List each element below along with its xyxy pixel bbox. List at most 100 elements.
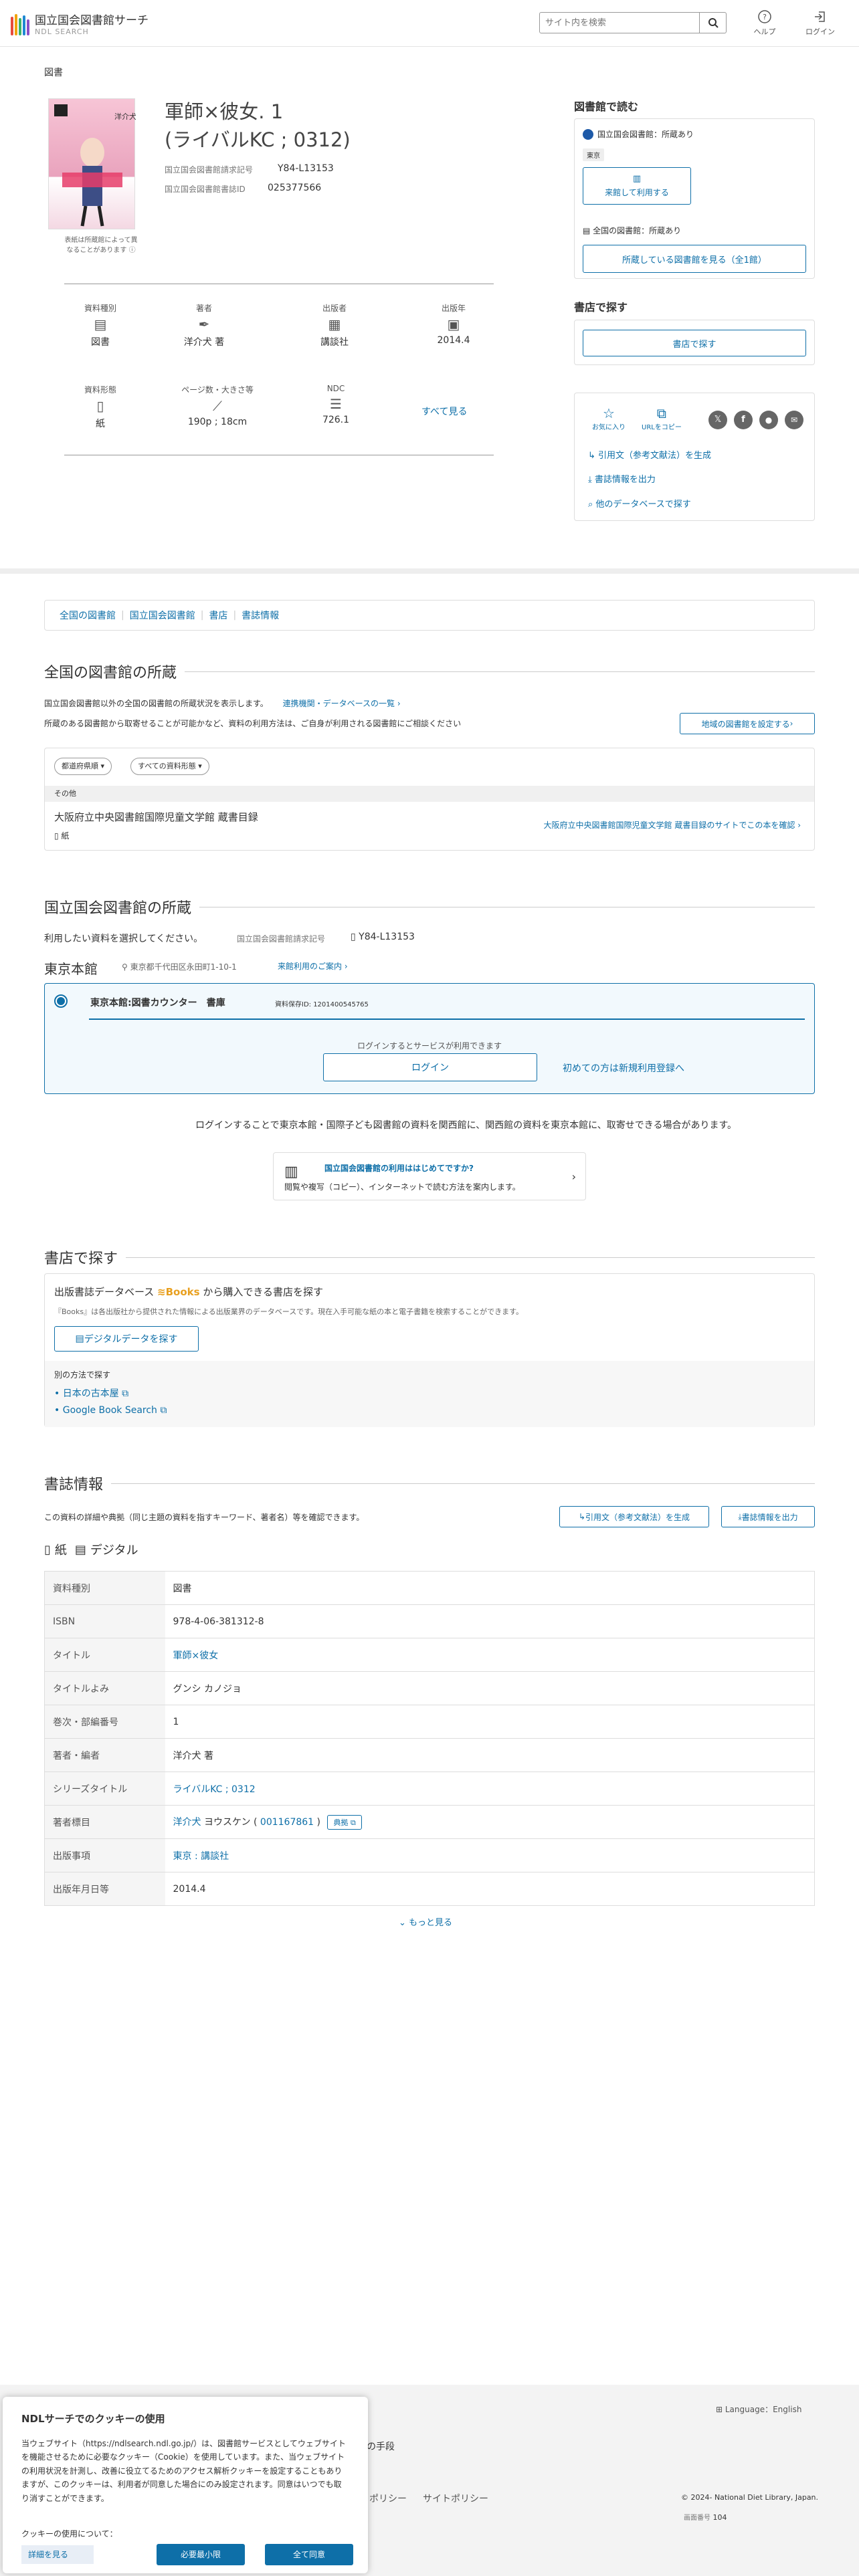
cookie-detail-button[interactable]: 詳細を見る <box>21 2545 94 2564</box>
external-link-icon: ⧉ <box>160 1405 167 1416</box>
building-icon: ▦ <box>328 316 341 332</box>
meta-year-value: 2014.4 <box>437 335 470 346</box>
first-visit-guide[interactable]: ▥ 国立国会図書館の利用ははじめてですか? 閲覧や複写（コピー）、インターネット… <box>273 1152 586 1200</box>
title-line-2: (ライバルKC ; 0312) <box>165 128 351 152</box>
other-db-link-label: 他のデータベースで探す <box>595 500 691 510</box>
visit-button-label: 来館して利用する <box>605 188 669 197</box>
row-key: 資料種別 <box>44 1571 165 1605</box>
shop-heading-text: 書店で探す <box>44 1251 118 1267</box>
shop-side-button[interactable]: 書店で探す <box>583 330 806 356</box>
chevron-down-icon: ⌄ <box>399 1918 409 1928</box>
tab-shop[interactable]: 書店 <box>209 609 227 622</box>
tab-ndl[interactable]: 国立国会図書館 <box>130 609 195 622</box>
group-header: その他 <box>45 786 814 802</box>
table-row: タイトル 軍師×彼女 <box>44 1638 815 1672</box>
material-kind-select[interactable]: すべての資料形態 ▾ <box>130 758 209 775</box>
site-header: 国立国会図書館サーチ NDL SEARCH ? ヘルプ ログイン <box>0 0 859 47</box>
all-holding: ▤ 全国の図書館：所蔵あり <box>583 225 681 236</box>
line-share-icon[interactable]: ● <box>759 411 778 429</box>
holdings-card: 国立国会図書館：所蔵あり 東京 ▥ 来館して利用する ▤ 全国の図書館：所蔵あり … <box>574 118 815 279</box>
biblio-export-label: 書誌情報を出力 <box>741 1512 798 1522</box>
counter-radio[interactable] <box>54 994 68 1008</box>
branch-address-text: 東京都千代田区永田町1-10-1 <box>130 962 237 972</box>
title-line-1: 軍師×彼女. 1 <box>165 100 284 123</box>
row-key: タイトル <box>44 1638 165 1672</box>
meta-pages: ページ数・大きさ等 ⟋ 190p ; 18cm <box>161 384 274 427</box>
author-link[interactable]: 洋介犬 <box>173 1817 201 1828</box>
x-share-icon[interactable]: 𝕏 <box>708 411 727 429</box>
show-all-link[interactable]: すべて見る <box>421 405 467 418</box>
kosho-link[interactable]: • 日本の古本屋 ⧉ <box>54 1386 128 1400</box>
copy-url-button[interactable]: ⧉ URLをコピー <box>642 405 682 431</box>
biblio-cite-button[interactable]: ↳ 引用文（参考文献法）を生成 <box>559 1506 709 1527</box>
set-region-button[interactable]: 地域の図書館を設定する › <box>680 713 815 734</box>
library-building-icon: ▥ <box>284 1164 298 1180</box>
show-more-button[interactable]: ⌄ もっと見る <box>399 1915 452 1928</box>
favorite-label: お気に入り <box>592 424 626 431</box>
cover-note: 表紙は所蔵館によって異なることがあります ⓘ <box>64 237 138 254</box>
meta-publisher: 出版者 ▦ 講談社 <box>301 302 368 348</box>
table-row: シリーズタイトル ライバルKC ; 0312 <box>44 1772 815 1806</box>
library-catalog-link[interactable]: 大阪府立中央図書館国際児童文学館 蔵書目録のサイトでこの本を確認 › <box>544 819 801 831</box>
favorite-button[interactable]: ☆ お気に入り <box>592 405 626 431</box>
item-title: 軍師×彼女. 1 (ライバルKC ; 0312) <box>165 98 351 154</box>
biblio-export-button[interactable]: ⤓ 書誌情報を出力 <box>721 1506 815 1527</box>
meta-year: 出版年 ▣ 2014.4 <box>420 302 487 346</box>
visit-button[interactable]: ▥ 来館して利用する <box>583 167 691 205</box>
shop-card: 出版書誌データベース ≋Books から購入できる書店を探す 『Books』は各… <box>44 1273 815 1427</box>
biblio-desc: この資料の詳細や典拠（同じ主題の資料を指すキーワード、著者名）等を確認できます。 <box>44 1513 365 1522</box>
authority-id-link[interactable]: 001167861 <box>260 1817 314 1828</box>
export-link[interactable]: ⤓ 書誌情報を出力 <box>588 472 656 485</box>
svg-text:?: ? <box>763 13 767 21</box>
quote-icon: ↳ <box>588 451 599 461</box>
register-link[interactable]: 初めての方は新規利用登録へ <box>563 1061 684 1075</box>
cookie-minimum-button[interactable]: 必要最小限 <box>157 2544 245 2565</box>
login-button[interactable]: ログイン <box>800 9 840 37</box>
meta-ndc: NDC ☰ 726.1 <box>302 384 369 425</box>
library-catalog-link-text: 大阪府立中央図書館国際児童文学館 蔵書目録のサイトでこの本を確認 <box>543 821 795 830</box>
table-row: 著者標目 洋介犬 ヨウスケン ( 001167861 ) 典拠 ⧉ <box>44 1805 815 1839</box>
meta-type: 資料種別 ▤ 図書 <box>67 302 134 348</box>
reg-id: 資料保存ID: 1201400545765 <box>275 1001 369 1008</box>
info-icon[interactable]: ⓘ <box>129 247 136 254</box>
footer-partial-1[interactable]: の手段 <box>367 2440 395 2453</box>
authority-button[interactable]: 典拠 ⧉ <box>327 1814 362 1830</box>
visit-guide-link[interactable]: 来館利用のご案内 › <box>278 960 348 972</box>
book-icon: ▤ <box>94 316 107 332</box>
guide-title: 国立国会図書館の利用ははじめてですか? <box>324 1164 474 1173</box>
all-holding-text: 全国の図書館：所蔵あり <box>593 226 682 235</box>
language-switch[interactable]: ⊞ Language：English <box>716 2403 801 2415</box>
national-desc1: 国立国会図書館以外の全国の図書館の所蔵状況を表示します。 連携機関・データベース… <box>44 697 401 709</box>
footer-partial-2[interactable]: ポリシー <box>369 2492 407 2505</box>
pref-sort-select[interactable]: 都道府県順 ▾ <box>54 758 112 775</box>
search-input[interactable] <box>539 12 700 33</box>
copy-url-label: URLをコピー <box>642 424 682 431</box>
cookie-accept-all-button[interactable]: 全て同意 <box>265 2544 353 2565</box>
cite-link[interactable]: ↳ 引用文（参考文献法）を生成 <box>588 448 711 461</box>
login-note: ログインするとサービスが利用できます <box>357 1041 502 1051</box>
site-logo[interactable]: 国立国会図書館サーチ NDL SEARCH <box>11 11 149 36</box>
title-link[interactable]: 軍師×彼女 <box>173 1650 219 1661</box>
publisher-link[interactable]: 東京 : 講談社 <box>173 1851 229 1862</box>
counter-card: 東京本館:図書カウンター 書庫 資料保存ID: 1201400545765 ログ… <box>44 983 815 1094</box>
mail-share-icon[interactable]: ✉ <box>785 411 803 429</box>
counter-divider <box>89 1018 805 1020</box>
digital-search-button[interactable]: ▤ デジタルデータを探す <box>54 1326 199 1352</box>
footer-partial-3[interactable]: サイトポリシー <box>423 2492 488 2505</box>
series-link[interactable]: ライバルKC ; 0312 <box>173 1784 256 1795</box>
meta-year-label: 出版年 <box>441 304 466 313</box>
partner-list-link[interactable]: 連携機関・データベースの一覧 <box>283 699 395 708</box>
search-button[interactable] <box>700 12 727 33</box>
counter-login-button[interactable]: ログイン <box>323 1053 537 1081</box>
tab-national[interactable]: 全国の図書館 <box>60 609 116 622</box>
all-libraries-button[interactable]: 所蔵している図書館を見る（全1館） <box>583 245 806 273</box>
other-db-link[interactable]: ⌕ 他のデータベースで探す <box>588 497 691 510</box>
tab-biblio[interactable]: 書誌情報 <box>242 609 279 622</box>
national-heading: 全国の図書館の所蔵 <box>44 661 815 682</box>
facebook-share-icon[interactable]: f <box>734 411 753 429</box>
help-button[interactable]: ? ヘルプ <box>745 9 785 37</box>
biblio-id-value: 025377566 <box>268 183 322 193</box>
book-cover-image[interactable]: 洋介犬 <box>48 98 136 229</box>
google-books-link[interactable]: • Google Book Search ⧉ <box>54 1405 167 1416</box>
national-list: 都道府県順 ▾ すべての資料形態 ▾ その他 大阪府立中央図書館国際児童文学館 … <box>44 748 815 851</box>
